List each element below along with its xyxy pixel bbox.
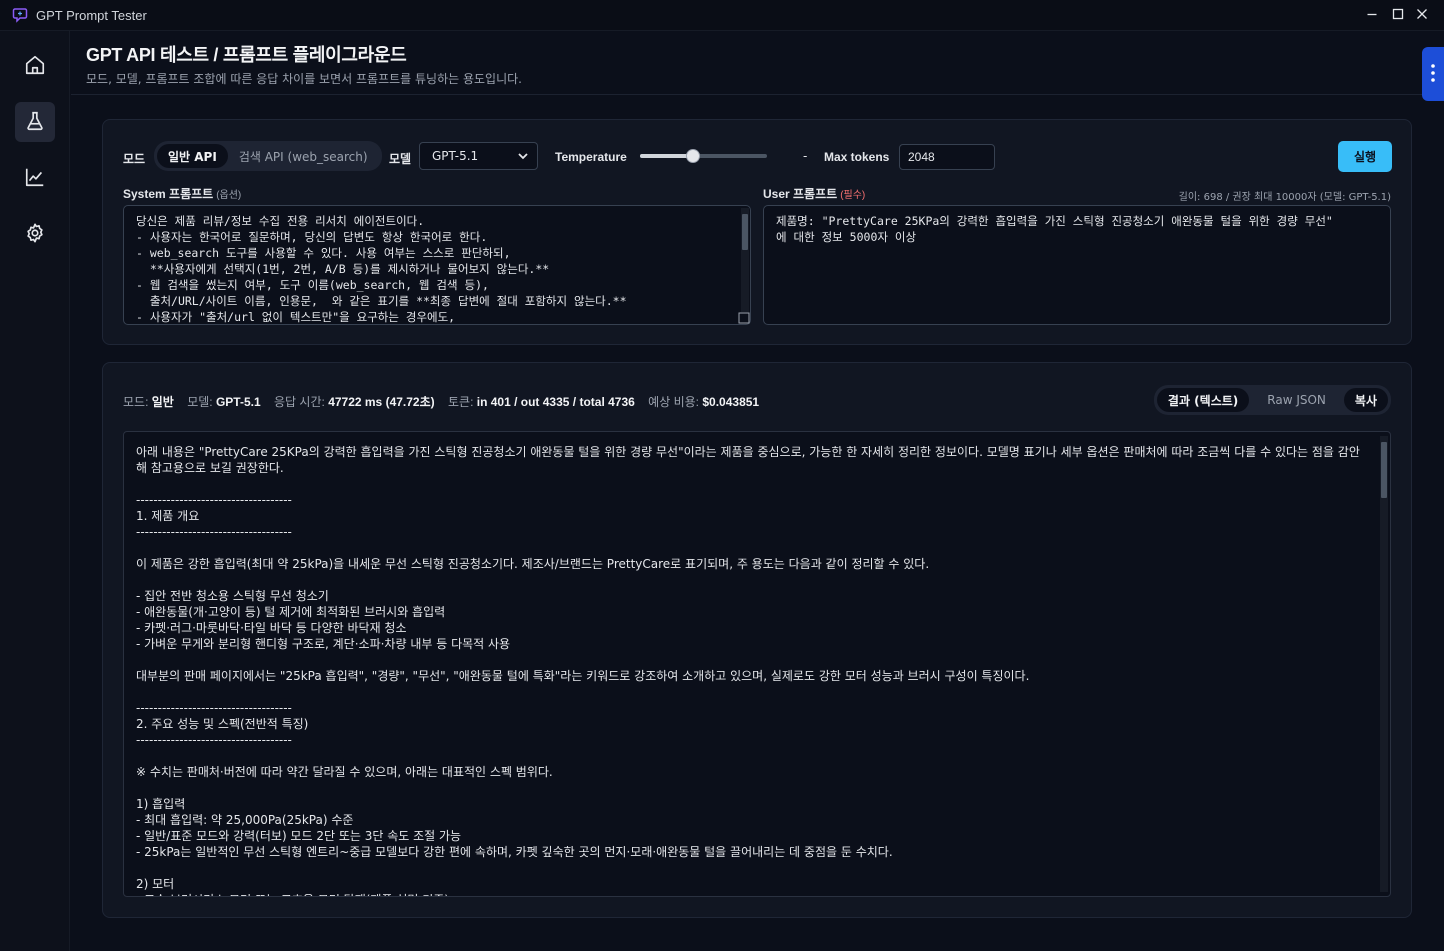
user-prompt-textarea[interactable]: 제품명: "PrettyCare 25KPa의 강력한 흡입력을 가진 스틱형 … bbox=[763, 205, 1391, 325]
tab-result-text[interactable]: 결과 (텍스트) bbox=[1156, 388, 1250, 412]
nav-stats[interactable] bbox=[15, 158, 55, 198]
result-text: 아래 내용은 "PrettyCare 25KPa의 강력한 흡입력을 가진 스틱… bbox=[136, 445, 1360, 896]
flask-icon bbox=[24, 110, 46, 135]
mode-label: 모드 bbox=[123, 152, 146, 166]
user-prompt-label: User 프롬프트 (필수) bbox=[763, 185, 865, 202]
title-bar: GPT Prompt Tester bbox=[0, 0, 1444, 31]
temperature-value: - bbox=[803, 149, 808, 163]
close-button[interactable] bbox=[1410, 0, 1434, 31]
user-prompt-hint: (필수) bbox=[840, 190, 866, 201]
copy-button[interactable]: 복사 bbox=[1343, 388, 1388, 412]
model-select-value: GPT-5.1 bbox=[432, 149, 479, 163]
sidebar bbox=[0, 31, 70, 951]
home-icon bbox=[24, 54, 46, 79]
user-prompt-length: 길이: 698 / 권장 최대 10000자 (모델: GPT-5.1) bbox=[1178, 192, 1391, 203]
app-logo-icon bbox=[11, 6, 29, 24]
chevron-down-icon bbox=[517, 150, 529, 165]
result-panel: 모드: 일반 모델: GPT-5.1 응답 시간: 47722 ms (47.7… bbox=[102, 362, 1412, 918]
max-tokens-input[interactable] bbox=[899, 144, 995, 170]
page-subtitle: 모드, 모델, 프롬프트 조합에 따른 응답 차이를 보면서 프롬프트를 튜닝하… bbox=[86, 72, 522, 86]
stat-model-label: 모델: bbox=[187, 395, 213, 409]
minimize-button[interactable] bbox=[1360, 0, 1384, 31]
stat-time-value: 47722 ms (47.72초) bbox=[328, 395, 435, 409]
main-area: GPT API 테스트 / 프롬프트 플레이그라운드 모드, 모델, 프롬프트 … bbox=[71, 31, 1444, 951]
stat-model-value: GPT-5.1 bbox=[215, 395, 261, 409]
nav-home[interactable] bbox=[15, 46, 55, 86]
prompt-panel: 모드 일반 API 검색 API (web_search) 모델 GPT-5.1… bbox=[102, 119, 1412, 345]
stat-tokens-value: in 401 / out 4335 / total 4736 bbox=[476, 395, 635, 409]
stat-mode-value: 일반 bbox=[151, 395, 174, 409]
gear-icon bbox=[24, 222, 46, 247]
minimize-icon bbox=[1366, 8, 1378, 23]
maximize-button[interactable] bbox=[1386, 0, 1410, 31]
resize-handle-icon[interactable] bbox=[738, 312, 750, 327]
system-prompt-label: System 프롬프트 (옵션) bbox=[123, 185, 241, 202]
system-prompt-hint: (옵션) bbox=[216, 190, 242, 201]
max-tokens-label: Max tokens bbox=[824, 150, 890, 164]
mode-toggle: 일반 API 검색 API (web_search) bbox=[154, 141, 382, 171]
mode-search-api[interactable]: 검색 API (web_search) bbox=[228, 144, 379, 168]
tab-raw-json[interactable]: Raw JSON bbox=[1249, 388, 1344, 412]
stat-mode-label: 모드: bbox=[123, 395, 149, 409]
run-button[interactable]: 실행 bbox=[1338, 141, 1392, 172]
stat-time-label: 응답 시간: bbox=[274, 395, 325, 409]
side-panel-toggle[interactable] bbox=[1422, 47, 1444, 101]
result-view-toggle: 결과 (텍스트) Raw JSON 복사 bbox=[1153, 385, 1391, 415]
model-select[interactable]: GPT-5.1 bbox=[419, 142, 538, 170]
page-title: GPT API 테스트 / 프롬프트 플레이그라운드 bbox=[86, 45, 407, 65]
page-header: GPT API 테스트 / 프롬프트 플레이그라운드 모드, 모델, 프롬프트 … bbox=[71, 31, 1444, 101]
stat-cost-label: 예상 비용: bbox=[648, 395, 700, 409]
close-icon bbox=[1416, 8, 1428, 23]
app-title: GPT Prompt Tester bbox=[36, 7, 147, 23]
temperature-slider-thumb[interactable] bbox=[686, 149, 701, 163]
system-prompt-scrollbar[interactable] bbox=[741, 208, 749, 312]
more-vertical-icon bbox=[1430, 61, 1436, 88]
maximize-icon bbox=[1392, 8, 1404, 23]
result-stats: 모드: 일반 모델: GPT-5.1 응답 시간: 47722 ms (47.7… bbox=[123, 393, 759, 410]
system-prompt-textarea[interactable]: 당신은 제품 리뷰/정보 수집 전용 리서치 에이전트이다. - 사용자는 한국… bbox=[123, 205, 751, 325]
result-scroll-thumb[interactable] bbox=[1381, 442, 1387, 498]
nav-playground[interactable] bbox=[15, 102, 55, 142]
system-prompt-scroll-thumb[interactable] bbox=[742, 214, 748, 250]
stat-cost-value: $0.043851 bbox=[702, 395, 760, 409]
temperature-slider[interactable] bbox=[640, 149, 767, 163]
nav-settings[interactable] bbox=[15, 214, 55, 254]
user-prompt-title: User 프롬프트 bbox=[763, 187, 838, 201]
temperature-label: Temperature bbox=[555, 150, 627, 164]
result-output[interactable]: 아래 내용은 "PrettyCare 25KPa의 강력한 흡입력을 가진 스틱… bbox=[123, 431, 1391, 897]
stat-tokens-label: 토큰: bbox=[447, 395, 474, 409]
model-label: 모델 bbox=[389, 152, 412, 166]
mode-general-api[interactable]: 일반 API bbox=[157, 144, 228, 168]
temperature-slider-fill bbox=[640, 154, 694, 158]
system-prompt-title: System 프롬프트 bbox=[123, 187, 214, 201]
chart-line-icon bbox=[24, 166, 46, 191]
result-scrollbar[interactable] bbox=[1380, 436, 1388, 892]
